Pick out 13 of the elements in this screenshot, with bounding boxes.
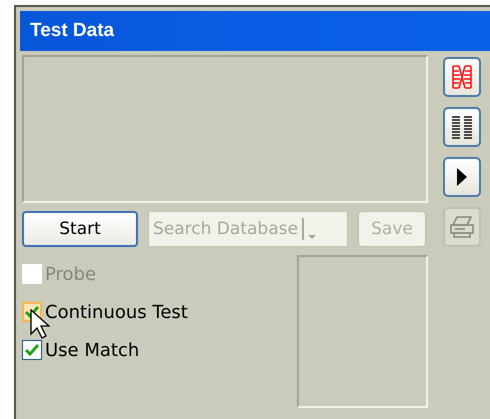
toolbar-button[interactable] — [443, 157, 481, 197]
play-icon — [456, 167, 468, 187]
checkbox-label: Probe — [45, 264, 96, 284]
start-button[interactable]: Start — [22, 211, 138, 247]
checkbox[interactable] — [22, 340, 42, 360]
toolbar-button[interactable] — [443, 107, 481, 147]
window-title: Test Data — [30, 20, 114, 42]
printer-icon — [449, 215, 475, 239]
columns-icon — [451, 114, 473, 140]
dropdown-arrow-icon — [308, 235, 316, 240]
match-icon — [451, 64, 473, 90]
checkbox-label: Use Match — [45, 340, 140, 360]
checkbox-label: Continuous Test — [45, 302, 188, 322]
